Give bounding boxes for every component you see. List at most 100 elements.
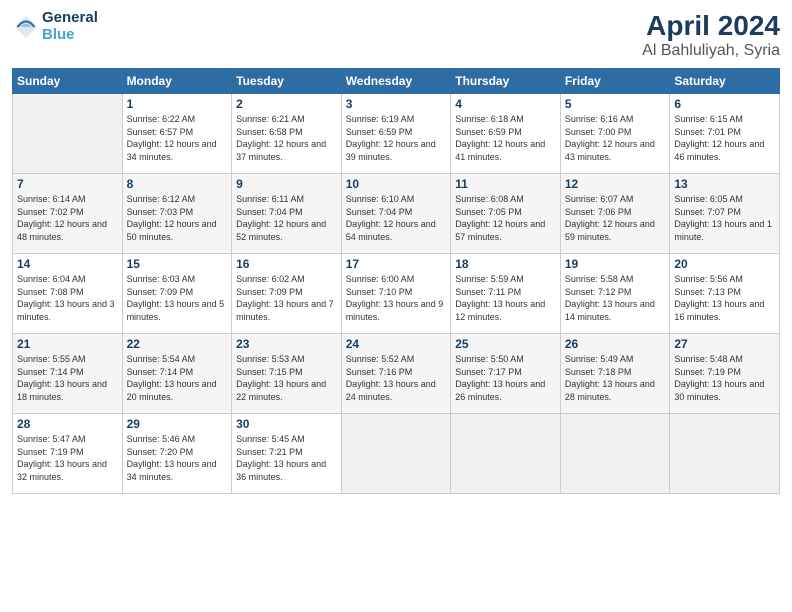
daylight-text: Daylight: 12 hours and 48 minutes.: [17, 218, 118, 243]
daylight-text: Daylight: 13 hours and 28 minutes.: [565, 378, 666, 403]
day-number: 8: [127, 177, 228, 191]
sunrise-text: Sunrise: 5:55 AM: [17, 353, 118, 366]
sunset-text: Sunset: 7:13 PM: [674, 286, 775, 299]
sunrise-text: Sunrise: 5:45 AM: [236, 433, 337, 446]
cell-content: Sunrise: 5:47 AMSunset: 7:19 PMDaylight:…: [17, 433, 118, 483]
day-cell: 28Sunrise: 5:47 AMSunset: 7:19 PMDayligh…: [13, 414, 123, 494]
sunset-text: Sunset: 7:19 PM: [674, 366, 775, 379]
sunset-text: Sunset: 6:58 PM: [236, 126, 337, 139]
cell-content: Sunrise: 6:12 AMSunset: 7:03 PMDaylight:…: [127, 193, 228, 243]
cell-content: Sunrise: 5:48 AMSunset: 7:19 PMDaylight:…: [674, 353, 775, 403]
day-cell: 12Sunrise: 6:07 AMSunset: 7:06 PMDayligh…: [560, 174, 670, 254]
day-cell: [560, 414, 670, 494]
daylight-text: Daylight: 13 hours and 18 minutes.: [17, 378, 118, 403]
sunset-text: Sunset: 7:04 PM: [236, 206, 337, 219]
daylight-text: Daylight: 12 hours and 46 minutes.: [674, 138, 775, 163]
weekday-header-thursday: Thursday: [451, 69, 561, 94]
weekday-header-wednesday: Wednesday: [341, 69, 451, 94]
day-cell: 21 Sunrise: 5:55 AMSunset: 7:14 PMDayligh…: [13, 334, 123, 414]
day-number: 9: [236, 177, 337, 191]
day-number: 12: [565, 177, 666, 191]
sunrise-text: Sunrise: 5:50 AM: [455, 353, 556, 366]
sunrise-text: Sunrise: 6:19 AM: [346, 113, 447, 126]
day-number: 17: [346, 257, 447, 271]
cell-content: Sunrise: 5:50 AMSunset: 7:17 PMDaylight:…: [455, 353, 556, 403]
day-number: 7: [17, 177, 118, 191]
sunrise-text: Sunrise: 6:04 AM: [17, 273, 118, 286]
sunrise-text: Sunrise: 6:00 AM: [346, 273, 447, 286]
day-cell: 4Sunrise: 6:18 AMSunset: 6:59 PMDaylight…: [451, 94, 561, 174]
sunset-text: Sunset: 7:21 PM: [236, 446, 337, 459]
sunset-text: Sunset: 7:20 PM: [127, 446, 228, 459]
day-number: 6: [674, 97, 775, 111]
day-cell: 7 Sunrise: 6:14 AMSunset: 7:02 PMDaylight…: [13, 174, 123, 254]
sunrise-text: Sunrise: 6:03 AM: [127, 273, 228, 286]
sunset-text: Sunset: 7:10 PM: [346, 286, 447, 299]
sunset-text: Sunset: 6:57 PM: [127, 126, 228, 139]
day-cell: 16 Sunrise: 6:02 AMSunset: 7:09 PMDayligh…: [232, 254, 342, 334]
day-cell: 2Sunrise: 6:21 AMSunset: 6:58 PMDaylight…: [232, 94, 342, 174]
day-number: 25: [455, 337, 556, 351]
day-cell: 30Sunrise: 5:45 AMSunset: 7:21 PMDayligh…: [232, 414, 342, 494]
day-cell: 1Sunrise: 6:22 AMSunset: 6:57 PMDaylight…: [122, 94, 232, 174]
day-number: 1: [127, 97, 228, 111]
sunrise-text: Sunrise: 6:08 AM: [455, 193, 556, 206]
sunset-text: Sunset: 7:05 PM: [455, 206, 556, 219]
day-number: 18: [455, 257, 556, 271]
logo: General Blue: [12, 10, 98, 43]
sunset-text: Sunset: 7:12 PM: [565, 286, 666, 299]
sunset-text: Sunset: 7:11 PM: [455, 286, 556, 299]
sunrise-text: Sunrise: 6:22 AM: [127, 113, 228, 126]
day-cell: 13Sunrise: 6:05 AMSunset: 7:07 PMDayligh…: [670, 174, 780, 254]
day-number: 23: [236, 337, 337, 351]
day-cell: 19Sunrise: 5:58 AMSunset: 7:12 PMDayligh…: [560, 254, 670, 334]
day-cell: 11Sunrise: 6:08 AMSunset: 7:05 PMDayligh…: [451, 174, 561, 254]
daylight-text: Daylight: 13 hours and 7 minutes.: [236, 298, 337, 323]
day-cell: 23Sunrise: 5:53 AMSunset: 7:15 PMDayligh…: [232, 334, 342, 414]
sunrise-text: Sunrise: 6:02 AM: [236, 273, 337, 286]
cell-content: Sunrise: 6:08 AMSunset: 7:05 PMDaylight:…: [455, 193, 556, 243]
cell-content: Sunrise: 5:45 AMSunset: 7:21 PMDaylight:…: [236, 433, 337, 483]
day-number: 16: [236, 257, 337, 271]
sunrise-text: Sunrise: 6:11 AM: [236, 193, 337, 206]
daylight-text: Daylight: 12 hours and 39 minutes.: [346, 138, 447, 163]
daylight-text: Daylight: 12 hours and 52 minutes.: [236, 218, 337, 243]
cell-content: Sunrise: 6:14 AMSunset: 7:02 PMDaylight:…: [17, 193, 118, 243]
cell-content: Sunrise: 6:00 AMSunset: 7:10 PMDaylight:…: [346, 273, 447, 323]
location-title: Al Bahluliyah, Syria: [642, 42, 780, 60]
sunset-text: Sunset: 7:09 PM: [236, 286, 337, 299]
sunset-text: Sunset: 7:14 PM: [17, 366, 118, 379]
weekday-header-monday: Monday: [122, 69, 232, 94]
sunset-text: Sunset: 7:17 PM: [455, 366, 556, 379]
day-number: 20: [674, 257, 775, 271]
sunset-text: Sunset: 7:15 PM: [236, 366, 337, 379]
day-number: 5: [565, 97, 666, 111]
sunrise-text: Sunrise: 6:16 AM: [565, 113, 666, 126]
day-number: 27: [674, 337, 775, 351]
sunset-text: Sunset: 7:00 PM: [565, 126, 666, 139]
sunset-text: Sunset: 7:02 PM: [17, 206, 118, 219]
daylight-text: Daylight: 12 hours and 43 minutes.: [565, 138, 666, 163]
day-number: 29: [127, 417, 228, 431]
daylight-text: Daylight: 12 hours and 37 minutes.: [236, 138, 337, 163]
cell-content: Sunrise: 6:04 AMSunset: 7:08 PMDaylight:…: [17, 273, 118, 323]
title-block: April 2024 Al Bahluliyah, Syria: [642, 10, 780, 60]
daylight-text: Daylight: 13 hours and 20 minutes.: [127, 378, 228, 403]
daylight-text: Daylight: 13 hours and 1 minute.: [674, 218, 775, 243]
sunrise-text: Sunrise: 5:53 AM: [236, 353, 337, 366]
sunset-text: Sunset: 7:01 PM: [674, 126, 775, 139]
daylight-text: Daylight: 13 hours and 12 minutes.: [455, 298, 556, 323]
sunset-text: Sunset: 7:19 PM: [17, 446, 118, 459]
sunrise-text: Sunrise: 5:47 AM: [17, 433, 118, 446]
daylight-text: Daylight: 12 hours and 57 minutes.: [455, 218, 556, 243]
sunrise-text: Sunrise: 6:21 AM: [236, 113, 337, 126]
cell-content: Sunrise: 6:02 AMSunset: 7:09 PMDaylight:…: [236, 273, 337, 323]
cell-content: Sunrise: 6:15 AMSunset: 7:01 PMDaylight:…: [674, 113, 775, 163]
day-cell: 18Sunrise: 5:59 AMSunset: 7:11 PMDayligh…: [451, 254, 561, 334]
day-number: 21: [17, 337, 118, 351]
week-row-1: 1 Sunrise: 6:22 AMSunset: 6:57 PM Daylight…: [13, 94, 780, 174]
weekday-header-row: SundayMondayTuesdayWednesdayThursdayFrid…: [13, 69, 780, 94]
daylight-text: Daylight: 13 hours and 3 minutes.: [17, 298, 118, 323]
week-row-3: 14Sunrise: 6:04 AMSunset: 7:08 PMDayligh…: [13, 254, 780, 334]
day-cell: 26Sunrise: 5:49 AMSunset: 7:18 PMDayligh…: [560, 334, 670, 414]
